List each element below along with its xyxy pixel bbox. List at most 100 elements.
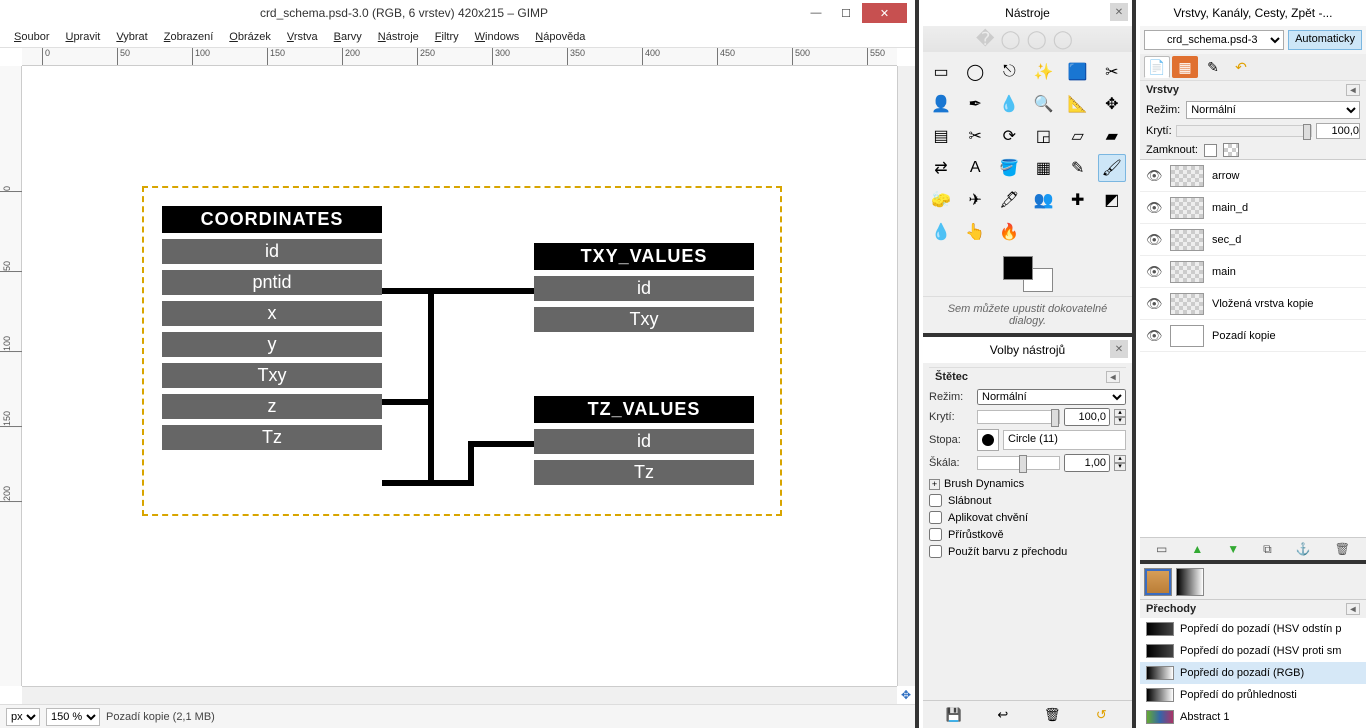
layer-item[interactable]: 👁arrow [1140, 160, 1366, 192]
align-icon[interactable]: ▤ [927, 122, 955, 150]
incremental-checkbox[interactable] [929, 528, 942, 541]
measure-icon[interactable]: 📐 [1064, 90, 1092, 118]
bucket-fill-icon[interactable]: 🪣 [995, 154, 1023, 182]
fuzzy-select-icon[interactable]: ✨ [1029, 58, 1057, 86]
heal-icon[interactable]: ✚ [1064, 186, 1092, 214]
reset-preset-icon[interactable]: ↺ [1092, 706, 1110, 724]
layer-opacity-slider[interactable] [1176, 125, 1312, 137]
crop-icon[interactable]: ✂ [961, 122, 989, 150]
menu-barvy[interactable]: Barvy [326, 28, 370, 46]
gradient-item[interactable]: Popředí do pozadí (HSV proti sm [1140, 640, 1366, 662]
menu-vrstva[interactable]: Vrstva [279, 28, 326, 46]
eraser-icon[interactable]: 🧽 [927, 186, 955, 214]
visibility-icon[interactable]: 👁 [1146, 232, 1162, 248]
fade-checkbox[interactable] [929, 494, 942, 507]
ruler-horizontal[interactable]: 050100150200250300350400450500550 [22, 48, 897, 66]
jitter-checkbox[interactable] [929, 511, 942, 524]
panel-menu-icon[interactable]: ◂ [1346, 84, 1360, 96]
scissors-icon[interactable]: ✂ [1098, 58, 1126, 86]
gradient-item[interactable]: Abstract 1 [1140, 706, 1366, 728]
menu-obrázek[interactable]: Obrázek [221, 28, 279, 46]
menubar[interactable]: SouborUpravitVybratZobrazeníObrázekVrstv… [0, 26, 915, 48]
smudge-icon[interactable]: 👆 [961, 218, 989, 246]
visibility-icon[interactable]: 👁 [1146, 296, 1162, 312]
mode-select[interactable]: Normální [977, 389, 1126, 405]
close-button[interactable]: ✕ [862, 3, 907, 23]
tab-layers[interactable]: 📄 [1144, 56, 1170, 78]
raise-layer-icon[interactable]: ▲ [1191, 542, 1203, 556]
paths-icon[interactable]: ✒ [961, 90, 989, 118]
blend-icon[interactable]: ▦ [1029, 154, 1057, 182]
minimize-button[interactable]: — [802, 3, 830, 23]
active-pattern[interactable] [1144, 568, 1172, 596]
menu-vybrat[interactable]: Vybrat [108, 28, 155, 46]
text-icon[interactable]: A [961, 154, 989, 182]
active-gradient[interactable] [1176, 568, 1204, 596]
fg-color-swatch[interactable] [1003, 256, 1033, 280]
visibility-icon[interactable]: 👁 [1146, 264, 1162, 280]
blur-icon[interactable]: 💧 [927, 218, 955, 246]
scrollbar-horizontal[interactable] [22, 686, 897, 704]
image-select[interactable]: crd_schema.psd-3 [1144, 30, 1284, 50]
layer-item[interactable]: 👁main [1140, 256, 1366, 288]
visibility-icon[interactable]: 👁 [1146, 328, 1162, 344]
new-layer-icon[interactable]: ▭ [1156, 542, 1167, 556]
lock-alpha-checkbox[interactable] [1223, 143, 1239, 157]
shear-icon[interactable]: ▱ [1064, 122, 1092, 150]
menu-zobrazení[interactable]: Zobrazení [156, 28, 222, 46]
zoom-select[interactable]: 150 % [46, 708, 100, 726]
gradient-item[interactable]: Popředí do pozadí (RGB) [1140, 662, 1366, 684]
menu-windows[interactable]: Windows [467, 28, 528, 46]
opacity-spinner[interactable]: ▴▾ [1114, 409, 1126, 425]
menu-soubor[interactable]: Soubor [6, 28, 57, 46]
scale-spinner[interactable]: ▴▾ [1114, 455, 1126, 471]
visibility-icon[interactable]: 👁 [1146, 200, 1162, 216]
scale-icon[interactable]: ◲ [1029, 122, 1057, 150]
gradient-item[interactable]: Popředí do průhlednosti [1140, 684, 1366, 706]
brush-dynamics-expander[interactable]: +Brush Dynamics [929, 478, 1126, 490]
save-preset-icon[interactable]: 💾 [945, 706, 963, 724]
gradient-list[interactable]: Popředí do pozadí (HSV odstín pPopředí d… [1140, 618, 1366, 728]
perspective-clone-icon[interactable]: ◩ [1098, 186, 1126, 214]
panel-menu-icon[interactable]: ◂ [1106, 371, 1120, 383]
free-select-icon[interactable]: ⎋ [995, 58, 1023, 86]
pencil-icon[interactable]: ✎ [1064, 154, 1092, 182]
anchor-layer-icon[interactable]: ⚓ [1296, 542, 1311, 556]
scale-slider[interactable] [977, 456, 1060, 470]
scrollbar-vertical[interactable] [897, 66, 915, 686]
dodge-icon[interactable]: 🔥 [995, 218, 1023, 246]
clone-icon[interactable]: 👥 [1029, 186, 1057, 214]
lock-pixels-checkbox[interactable] [1204, 144, 1217, 157]
lower-layer-icon[interactable]: ▼ [1227, 542, 1239, 556]
close-icon[interactable]: ✕ [1110, 3, 1128, 21]
panel-menu-icon[interactable]: ◂ [1346, 603, 1360, 615]
menu-upravit[interactable]: Upravit [57, 28, 108, 46]
rotate-icon[interactable]: ⟳ [995, 122, 1023, 150]
navigation-icon[interactable]: ✥ [897, 686, 915, 704]
color-swatches[interactable] [923, 252, 1132, 296]
tab-paths[interactable]: ✎ [1200, 56, 1226, 78]
tab-channels[interactable]: ▦ [1172, 56, 1198, 78]
layer-list[interactable]: 👁arrow👁main_d👁sec_d👁main👁Vložená vrstva … [1140, 159, 1366, 538]
zoom-icon[interactable]: 🔍 [1029, 90, 1057, 118]
airbrush-icon[interactable]: ✈ [961, 186, 989, 214]
ruler-vertical[interactable]: 050100150200 [0, 66, 22, 686]
brush-preview[interactable] [977, 429, 999, 451]
color-select-icon[interactable]: 🟦 [1064, 58, 1092, 86]
layer-item[interactable]: 👁Pozadí kopie [1140, 320, 1366, 352]
layer-item[interactable]: 👁Vložená vrstva kopie [1140, 288, 1366, 320]
visibility-icon[interactable]: 👁 [1146, 168, 1162, 184]
color-picker-icon[interactable]: 💧 [995, 90, 1023, 118]
delete-layer-icon[interactable]: 🗑 [1335, 542, 1350, 556]
brush-name[interactable]: Circle (11) [1003, 430, 1126, 450]
use-gradient-checkbox[interactable] [929, 545, 942, 558]
menu-filtry[interactable]: Filtry [427, 28, 467, 46]
rect-select-icon[interactable]: ▭ [927, 58, 955, 86]
opacity-input[interactable] [1064, 408, 1110, 426]
restore-preset-icon[interactable]: ↩ [994, 706, 1012, 724]
duplicate-layer-icon[interactable]: ⧉ [1263, 542, 1272, 557]
delete-preset-icon[interactable]: 🗑 [1043, 706, 1061, 724]
flip-icon[interactable]: ⇄ [927, 154, 955, 182]
layer-opacity-input[interactable] [1316, 123, 1360, 139]
layer-item[interactable]: 👁main_d [1140, 192, 1366, 224]
